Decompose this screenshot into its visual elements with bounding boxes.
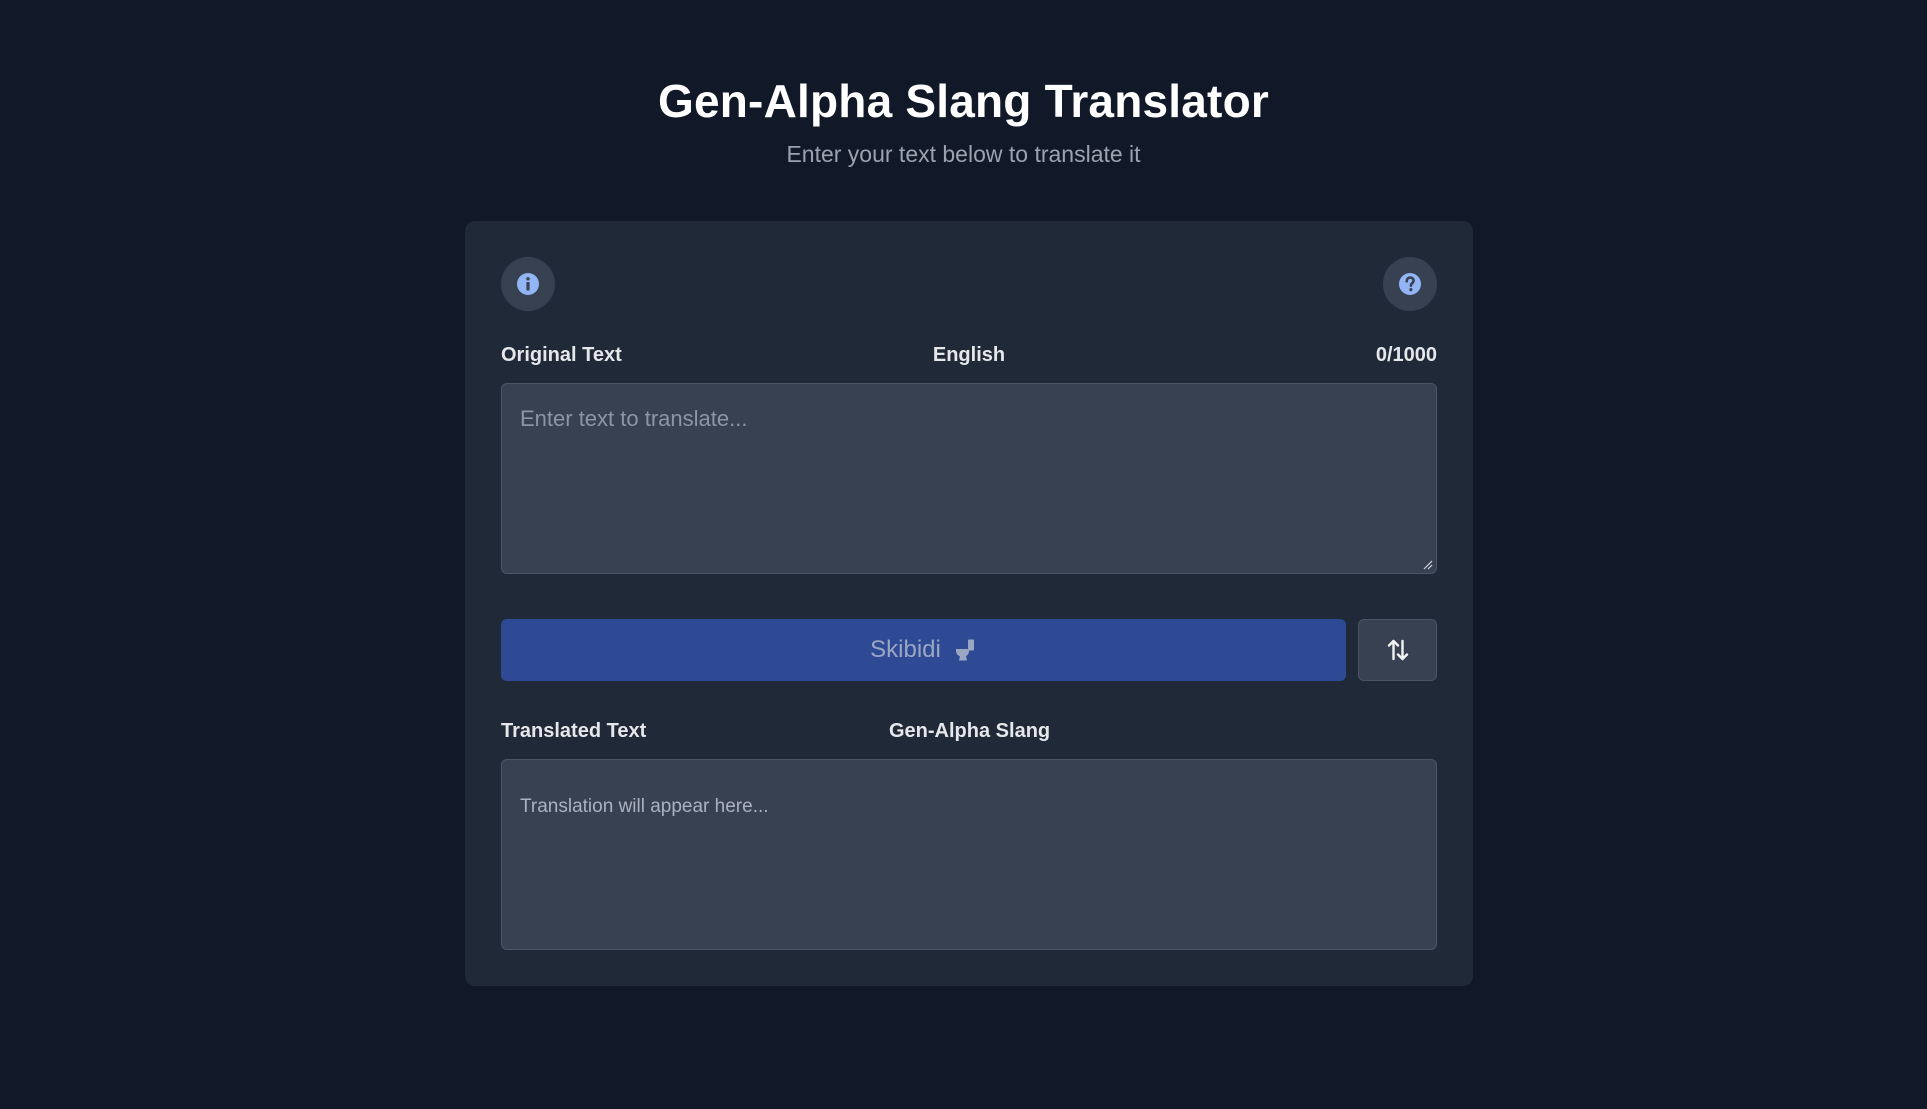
question-icon: [1399, 273, 1421, 295]
resize-handle-icon[interactable]: [1423, 560, 1433, 570]
translation-output-placeholder: Translation will appear here...: [520, 796, 769, 817]
translate-button[interactable]: Skibidi: [501, 619, 1346, 681]
swap-vertical-arrows-icon: [1387, 639, 1408, 661]
source-text-box: [501, 383, 1437, 574]
help-button[interactable]: [1383, 257, 1437, 311]
info-button[interactable]: [501, 257, 555, 311]
page-title: Gen-Alpha Slang Translator: [658, 75, 1269, 127]
translation-output-box: Translation will appear here...: [501, 759, 1437, 950]
source-text-input[interactable]: [502, 384, 1436, 573]
target-language: Gen-Alpha Slang: [889, 720, 1051, 742]
page: Gen-Alpha Slang Translator Enter your te…: [0, 0, 1927, 1109]
translated-text-label: Translated Text: [501, 720, 647, 742]
target-label-row: Translated Text Gen-Alpha Slang: [501, 720, 1437, 748]
info-icon: [517, 273, 539, 295]
character-count: 0/1000: [1375, 344, 1437, 366]
page-subtitle: Enter your text below to translate it: [786, 141, 1141, 167]
toilet-icon: [955, 639, 974, 661]
source-label-row: Original Text English 0/1000: [501, 344, 1437, 372]
translator-card: Original Text English 0/1000 Skibidi: [465, 221, 1473, 986]
swap-languages-button[interactable]: [1358, 619, 1437, 681]
header: Gen-Alpha Slang Translator Enter your te…: [0, 72, 1927, 170]
source-language: English: [932, 344, 1006, 366]
translate-button-label: Skibidi: [870, 636, 941, 663]
